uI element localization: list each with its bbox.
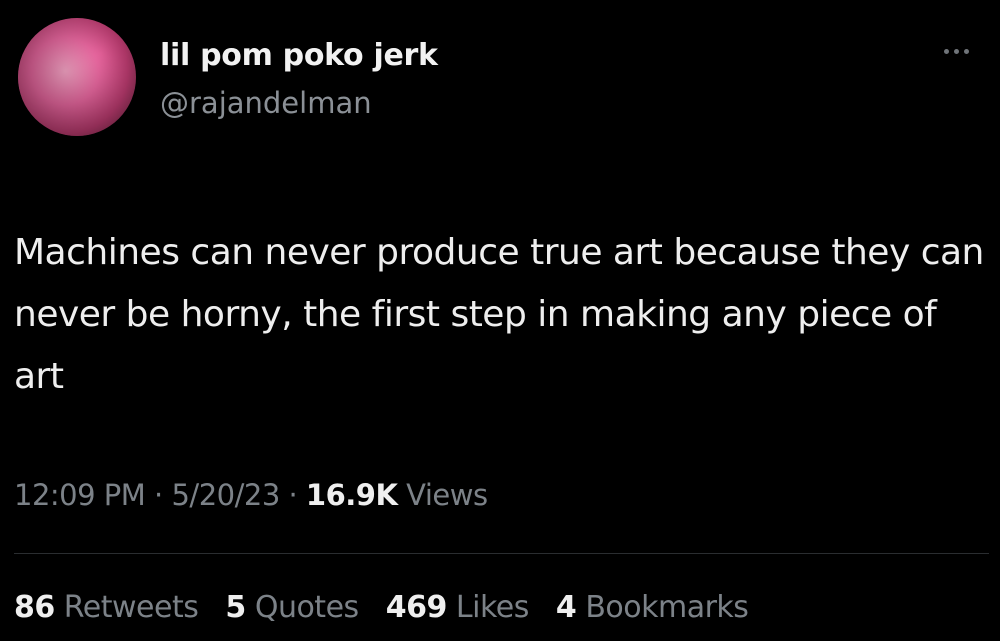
- views-count: 16.9K: [305, 478, 398, 512]
- bookmarks-count: 4: [555, 590, 577, 625]
- retweets-label: Retweets: [63, 590, 199, 625]
- meta-separator: ·: [154, 478, 163, 512]
- views-label: Views: [406, 478, 488, 512]
- likes-label: Likes: [455, 590, 529, 625]
- avatar[interactable]: [18, 18, 136, 136]
- meta-separator: ·: [288, 478, 298, 512]
- tweet-date[interactable]: 5/20/23: [171, 478, 280, 512]
- divider: [14, 553, 989, 554]
- likes-stat[interactable]: 469 Likes: [385, 590, 530, 625]
- likes-count: 469: [385, 590, 448, 625]
- avatar-shade: [18, 18, 136, 136]
- tweet-card: lil pom poko jerk @rajandelman Machines …: [0, 0, 1000, 641]
- quotes-count: 5: [225, 590, 246, 625]
- bookmarks-stat[interactable]: 4 Bookmarks: [556, 590, 749, 625]
- user-handle[interactable]: @rajandelman: [160, 86, 372, 120]
- retweets-stat[interactable]: 86 Retweets: [14, 590, 199, 625]
- more-dot: [944, 48, 949, 54]
- tweet-time[interactable]: 12:09 PM: [14, 478, 146, 512]
- more-dot: [954, 48, 959, 54]
- more-options-icon[interactable]: [944, 44, 984, 58]
- tweet-meta: 12:09 PM · 5/20/23 · 16.9K Views: [14, 478, 488, 512]
- tweet-stats: 86 Retweets 5 Quotes 469 Likes 4 Bookmar…: [14, 590, 766, 625]
- retweets-count: 86: [14, 590, 55, 625]
- quotes-label: Quotes: [254, 590, 359, 625]
- display-name[interactable]: lil pom poko jerk: [160, 38, 438, 73]
- tweet-text: Machines can never produce true art beca…: [14, 232, 984, 397]
- quotes-stat[interactable]: 5 Quotes: [225, 590, 359, 625]
- more-dot: [964, 48, 969, 54]
- bookmarks-label: Bookmarks: [585, 590, 749, 625]
